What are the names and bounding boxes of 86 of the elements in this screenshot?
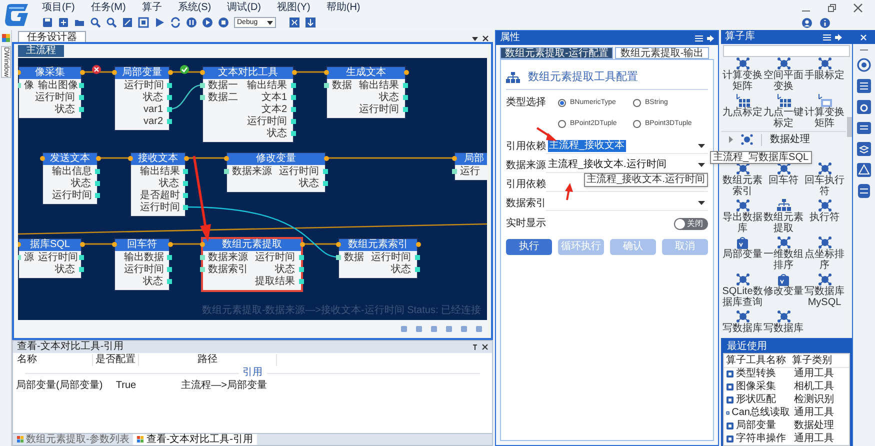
panel-title: 算子库 xyxy=(725,31,755,43)
node-title: 数组元素提取 xyxy=(203,239,301,251)
table-cell-text: 检测识别 xyxy=(793,394,835,406)
status-text: 数组元素提取-数据来源—>接收文本-运行时间 Status: 已经连接 xyxy=(202,305,481,317)
field-label: 引用依赖 xyxy=(506,178,546,192)
field-label: 引用依赖 xyxy=(506,140,546,154)
node-title: 回车符 xyxy=(115,239,169,251)
node-title: 像采集 xyxy=(19,67,81,79)
panel-title: 查看-文本对比工具-引用 xyxy=(17,341,124,353)
node-title: 文本对比工具 xyxy=(203,67,293,79)
port-label: 数据索引 xyxy=(208,264,248,276)
port-label: 运行时间 xyxy=(38,252,78,264)
port-label: 输出结果 xyxy=(247,80,287,92)
port-label: 状态 xyxy=(391,264,411,276)
table-cell: 类型转换 xyxy=(736,368,776,380)
panel-title: 最近使用 xyxy=(726,340,768,353)
port-label: 输出数据 xyxy=(124,252,164,264)
port-label: 运行时间 xyxy=(52,190,92,202)
port-label: 运行 xyxy=(460,166,480,178)
port-label: 运行时间 xyxy=(279,166,319,178)
port-label: 状态 xyxy=(159,178,179,190)
table-cell: 局部变量 xyxy=(736,420,776,432)
port-label: 像 xyxy=(24,80,34,92)
port-label: 状态 xyxy=(379,92,399,104)
group-header: 引用 xyxy=(242,367,262,379)
port-label: 运行时间 xyxy=(247,116,287,128)
field-label: 数据来源 xyxy=(506,158,546,172)
table-cell-text: 通用工具 xyxy=(793,368,835,380)
table-cell: Can总线读取 xyxy=(732,406,790,418)
port-label: 运行时间 xyxy=(124,80,164,92)
table-cell: 图像采集 xyxy=(736,380,776,392)
node-title: 据库SQL xyxy=(19,239,81,251)
table-cell-text: 通用工具 xyxy=(793,406,835,418)
port-label: 运行时间 xyxy=(359,104,399,116)
port-label: 状态 xyxy=(55,264,75,276)
field-label: 类型选择 xyxy=(506,96,547,110)
port-label: 数据一 xyxy=(208,80,238,92)
table-cell-text: 局部变量(局部变量) xyxy=(15,380,104,392)
port-label: 状态 xyxy=(299,178,319,190)
port-label: 状态 xyxy=(275,264,295,276)
table-cell-text: 主流程—>局部变量 xyxy=(180,380,268,392)
port-label: 数据 xyxy=(332,80,352,92)
port-label: 运行时间 xyxy=(124,264,164,276)
port-label: 输出结果 xyxy=(140,166,180,178)
port-label: 文本2 xyxy=(261,104,287,116)
table-cell-text: 数据处理 xyxy=(793,420,835,432)
field-label: 实时显示 xyxy=(506,217,546,231)
field-label: 数据索引 xyxy=(506,196,546,210)
panel-title: 属性 xyxy=(500,32,520,44)
port-label: 数据 xyxy=(344,252,364,264)
port-label: 提取结果 xyxy=(255,276,295,288)
port-label: 输出信息 xyxy=(52,166,92,178)
port-label: 状态 xyxy=(143,276,163,288)
port-label: var2 xyxy=(144,116,163,128)
port-label: 源 xyxy=(24,252,34,264)
node-title: 修改变量 xyxy=(227,153,325,165)
node-title: 接收文本 xyxy=(131,153,185,165)
port-label: 是否超时 xyxy=(140,190,180,202)
port-label: 输出图像 xyxy=(38,80,78,92)
port-label: 运行时间 xyxy=(35,92,75,104)
table-cell-text: 通用工具 xyxy=(793,432,835,444)
port-label: 状态 xyxy=(55,104,75,116)
port-label: 文本1 xyxy=(261,92,287,104)
port-label: var1 xyxy=(144,104,163,116)
port-label: 状态 xyxy=(143,92,163,104)
port-label: 输出结果 xyxy=(359,80,399,92)
table-cell-text: True xyxy=(114,380,138,392)
node-title: 局部 xyxy=(455,153,487,165)
node-title: 局部变量 xyxy=(115,67,169,79)
port-label: 运行时间 xyxy=(371,252,411,264)
port-label: 状态 xyxy=(71,178,91,190)
port-label: 运行时间 xyxy=(140,202,180,214)
port-label: 数据二 xyxy=(208,92,238,104)
node-title: 发送文本 xyxy=(43,153,97,165)
table-cell: 字符串操作 xyxy=(736,432,786,444)
config-heading: 数组元素提取工具配置 xyxy=(528,71,638,84)
port-label: 状态 xyxy=(267,128,287,140)
port-label: 数据来源 xyxy=(208,252,248,264)
table-cell: 形状匹配 xyxy=(736,394,776,406)
table-cell-text: 相机工具 xyxy=(793,380,835,392)
port-label: 数据来源 xyxy=(232,166,272,178)
node-title: 数组元素索引 xyxy=(339,239,417,251)
node-title: 生成文本 xyxy=(327,67,405,79)
port-label: 运行时间 xyxy=(255,252,295,264)
tooltip: 主流程_写数据库SQL xyxy=(710,151,812,164)
tooltip: 主流程_接收文本.运行时间 xyxy=(584,173,708,187)
